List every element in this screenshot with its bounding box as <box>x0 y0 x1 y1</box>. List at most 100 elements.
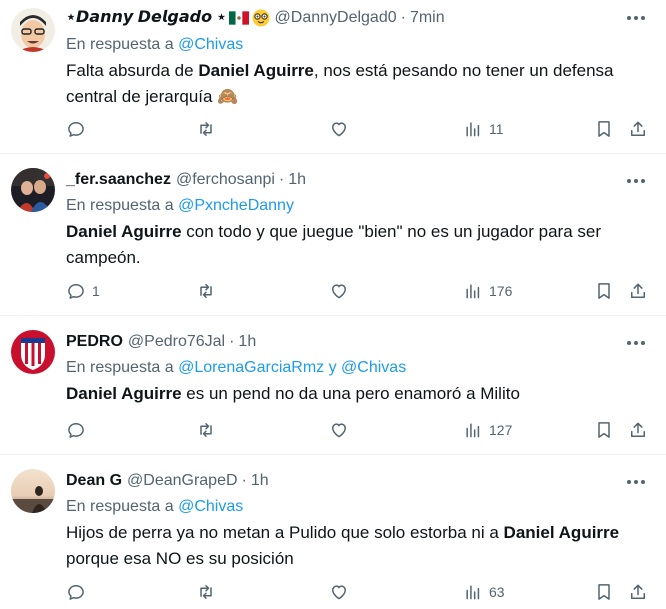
share-icon <box>631 422 645 437</box>
retweet-button[interactable] <box>196 418 216 442</box>
bold-mention: Daniel Aguirre <box>66 384 182 403</box>
like-button[interactable] <box>329 580 349 604</box>
views-count: 11 <box>489 121 504 137</box>
display-name[interactable]: PEDRO <box>66 330 123 354</box>
reply-button[interactable] <box>66 580 92 604</box>
tweet[interactable]: Dean G @DeanGrapeD · 1h En respuesta a @… <box>0 456 666 609</box>
like-icon <box>332 585 346 600</box>
bookmark-button[interactable] <box>594 418 614 442</box>
reply-icon <box>68 585 84 600</box>
views-icon <box>466 284 480 299</box>
tweet[interactable]: _fer.saanchez @ferchosanpi · 1h En respu… <box>0 155 666 316</box>
reply-context: En respuesta a @Chivas <box>66 496 243 518</box>
handle[interactable]: @DannyDelgad0 <box>275 6 397 30</box>
tweet-header: _fer.saanchez @ferchosanpi · 1h <box>66 168 616 192</box>
reply-prefix: En respuesta a <box>66 36 174 53</box>
tweet[interactable]: PEDRO @Pedro76Jal · 1h En respuesta a @L… <box>0 317 666 455</box>
timestamp[interactable]: 1h <box>288 168 306 192</box>
avatar-image <box>11 330 55 374</box>
like-button[interactable] <box>329 279 349 303</box>
views-icon <box>466 122 480 137</box>
avatar-image <box>11 168 55 212</box>
reply-button[interactable] <box>66 117 92 141</box>
handle[interactable]: @ferchosanpi <box>176 168 275 192</box>
display-name[interactable]: ⋆𝘿𝙖𝙣𝙣𝙮 𝘿𝙚𝙡𝙜𝙖𝙙𝙤 ⋆ <box>66 6 227 30</box>
share-button[interactable] <box>628 580 648 604</box>
separator-dot: · <box>400 9 406 26</box>
display-name[interactable]: _fer.saanchez <box>66 168 171 192</box>
share-icon <box>631 283 645 298</box>
reply-button[interactable]: 1 <box>66 279 100 303</box>
views-icon <box>466 423 480 438</box>
reply-prefix: En respuesta a <box>66 359 174 376</box>
avatar[interactable] <box>11 8 55 52</box>
retweet-button[interactable] <box>196 117 216 141</box>
display-name[interactable]: Dean G <box>66 469 122 493</box>
reply-context: En respuesta a @LorenaGarciaRmz y @Chiva… <box>66 357 406 379</box>
retweet-icon <box>200 585 212 599</box>
avatar[interactable] <box>11 469 55 513</box>
more-icon[interactable] <box>624 333 648 353</box>
avatar-image <box>11 469 55 513</box>
tweet[interactable]: ⋆𝘿𝙖𝙣𝙣𝙮 𝘿𝙚𝙡𝙜𝙖𝙙𝙤 ⋆ @DannyDelgad0 · 7min En… <box>0 0 666 154</box>
reply-icon <box>68 122 84 137</box>
reply-icon <box>68 284 84 299</box>
timestamp[interactable]: 1h <box>238 330 256 354</box>
views-button[interactable]: 127 <box>463 418 512 442</box>
action-bar: 127 <box>66 418 648 442</box>
retweet-icon <box>200 423 212 437</box>
share-button[interactable] <box>628 279 648 303</box>
bookmark-icon <box>598 283 610 299</box>
timestamp[interactable]: 7min <box>410 6 445 30</box>
reply-mention[interactable]: @LorenaGarciaRmz y @Chivas <box>178 359 406 376</box>
bookmark-button[interactable] <box>594 117 614 141</box>
views-button[interactable]: 176 <box>463 279 512 303</box>
views-button[interactable]: 11 <box>463 117 504 141</box>
views-icon <box>466 585 480 600</box>
share-button[interactable] <box>628 418 648 442</box>
more-icon[interactable] <box>624 472 648 492</box>
bookmark-icon <box>598 121 610 137</box>
tweet-header: Dean G @DeanGrapeD · 1h <box>66 469 616 493</box>
share-icon <box>631 121 645 136</box>
views-count: 63 <box>489 584 505 600</box>
reply-prefix: En respuesta a <box>66 197 174 214</box>
reply-context: En respuesta a @PxncheDanny <box>66 195 294 217</box>
like-icon <box>332 284 346 299</box>
like-icon <box>332 423 346 438</box>
separator-dot: · <box>229 333 235 350</box>
reply-prefix: En respuesta a <box>66 498 174 515</box>
reply-mention[interactable]: @Chivas <box>178 498 243 515</box>
more-icon[interactable] <box>624 8 648 28</box>
reply-button[interactable] <box>66 418 92 442</box>
tweet-text: Daniel Aguirre con todo y que juegue "bi… <box>66 222 601 267</box>
reply-mention[interactable]: @Chivas <box>178 36 243 53</box>
bookmark-button[interactable] <box>594 279 614 303</box>
bookmark-icon <box>598 422 610 438</box>
reply-feed: ⋆𝘿𝙖𝙣𝙣𝙮 𝘿𝙚𝙡𝙜𝙖𝙙𝙤 ⋆ @DannyDelgad0 · 7min En… <box>0 0 666 609</box>
mexico-flag-icon <box>228 11 249 25</box>
handle[interactable]: @Pedro76Jal <box>128 330 225 354</box>
retweet-icon <box>200 122 212 136</box>
reply-mention[interactable]: @PxncheDanny <box>178 197 294 214</box>
retweet-button[interactable] <box>196 580 216 604</box>
reply-context: En respuesta a @Chivas <box>66 34 243 56</box>
share-icon <box>631 584 645 599</box>
share-button[interactable] <box>628 117 648 141</box>
bookmark-icon <box>598 584 610 600</box>
views-count: 176 <box>489 283 513 299</box>
like-button[interactable] <box>329 418 349 442</box>
bookmark-button[interactable] <box>594 580 614 604</box>
handle[interactable]: @DeanGrapeD <box>127 469 238 493</box>
avatar[interactable] <box>11 168 55 212</box>
like-button[interactable] <box>329 117 349 141</box>
action-bar: 11 <box>66 117 648 141</box>
retweet-icon <box>200 284 212 298</box>
action-bar: 63 <box>66 580 648 604</box>
retweet-button[interactable] <box>196 279 216 303</box>
reply-count: 1 <box>92 283 100 299</box>
views-button[interactable]: 63 <box>463 580 505 604</box>
avatar[interactable] <box>11 330 55 374</box>
timestamp[interactable]: 1h <box>251 469 269 493</box>
more-icon[interactable] <box>624 171 648 191</box>
